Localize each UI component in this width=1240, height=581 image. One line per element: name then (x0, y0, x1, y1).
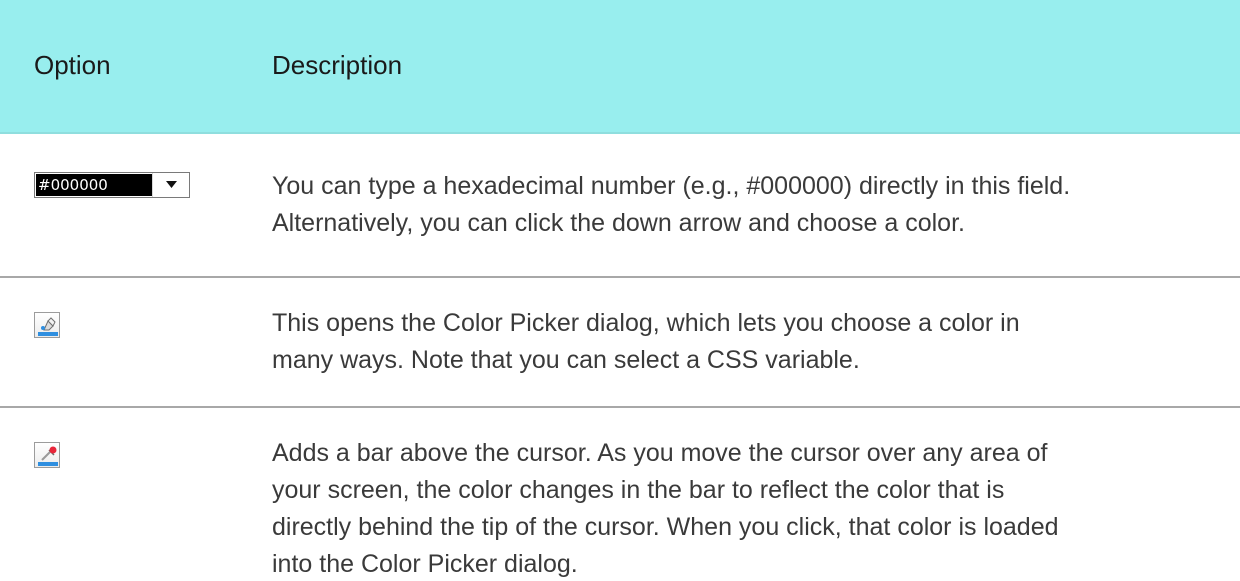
description-line: many ways. Note that you can select a CS… (272, 346, 860, 374)
description-line: You can type a hexadecimal number (e.g.,… (272, 172, 1071, 200)
color-picker-icon (38, 317, 58, 336)
color-picker-button[interactable] (34, 312, 60, 338)
description-cell: You can type a hexadecimal number (e.g.,… (272, 168, 1222, 242)
chevron-down-icon (166, 181, 177, 188)
description-cell: This opens the Color Picker dialog, whic… (272, 305, 1222, 379)
options-table: Option Description #000000 You can type … (0, 0, 1240, 581)
description-line: Adds a bar above the cursor. As you move… (272, 439, 1048, 467)
hex-color-dropdown[interactable]: #000000 (34, 172, 190, 198)
description-line: This opens the Color Picker dialog, whic… (272, 309, 1020, 337)
eyedropper-icon (38, 446, 58, 466)
eyedropper-button[interactable] (34, 442, 60, 468)
table-header: Option Description (0, 0, 1240, 134)
description-cell: Adds a bar above the cursor. As you move… (272, 435, 1222, 581)
description-column-header: Description (272, 50, 403, 80)
description-line: into the Color Picker dialog. (272, 550, 578, 578)
table-row: This opens the Color Picker dialog, whic… (0, 278, 1240, 408)
description-line: Alternatively, you can click the down ar… (272, 209, 965, 237)
option-column-header: Option (34, 50, 111, 80)
table-row: #000000 You can type a hexadecimal numbe… (0, 134, 1240, 278)
description-line: directly behind the tip of the cursor. W… (272, 513, 1059, 541)
hex-color-field[interactable]: #000000 (36, 174, 152, 196)
table-row: Adds a bar above the cursor. As you move… (0, 408, 1240, 581)
description-line: your screen, the color changes in the ba… (272, 476, 1005, 504)
dropdown-arrow-button[interactable] (152, 173, 189, 197)
